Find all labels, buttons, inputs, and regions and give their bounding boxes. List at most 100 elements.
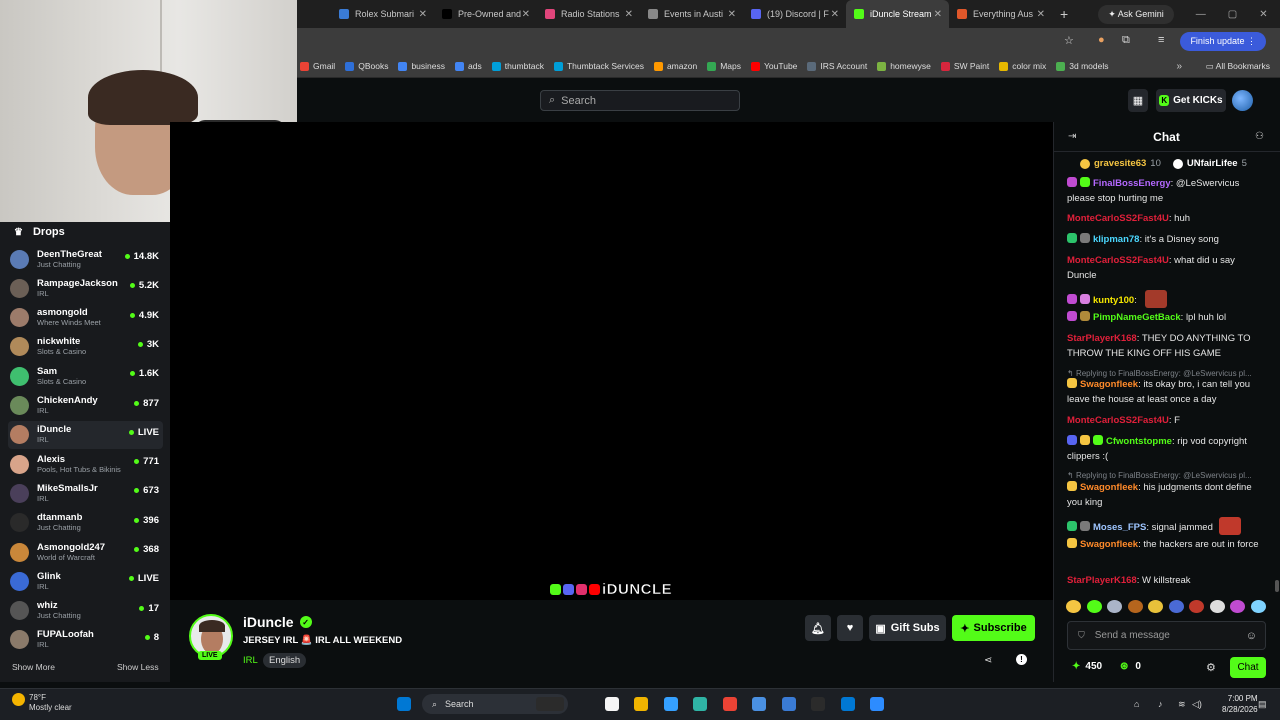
sidebar-channel[interactable]: DeenTheGreat Just Chatting 14.8K (8, 245, 163, 273)
follow-heart-icon[interactable]: ♥ (837, 615, 863, 641)
bookmark-item[interactable]: QBooks (345, 61, 388, 71)
bookmark-item[interactable]: color mix (999, 61, 1046, 71)
taskbar-app-icon[interactable] (840, 697, 855, 711)
chat-username[interactable]: MonteCarloSS2Fast4U (1067, 213, 1169, 224)
kicks-balance[interactable]: ⊛ 0 (1120, 661, 1141, 672)
reply-reference[interactable]: ↰ Replying to FinalBossEnergy: @LeSwervi… (1067, 471, 1267, 480)
bookmark-item[interactable]: thumbtack (491, 61, 544, 71)
chat-username[interactable]: MonteCarloSS2Fast4U (1067, 255, 1169, 266)
browser-tab[interactable]: iDuncle Stream ✕ (846, 0, 949, 28)
close-tab-icon[interactable]: ✕ (1037, 9, 1045, 20)
taskbar-app-icon[interactable] (693, 697, 707, 711)
sidebar-channel[interactable]: RampageJackson IRL 5.2K (8, 274, 163, 302)
taskbar-app-icon[interactable] (536, 697, 564, 711)
taskbar-app-icon[interactable] (811, 697, 825, 711)
emote-icon[interactable] (1086, 600, 1102, 613)
maximize-icon[interactable]: ▢ (1228, 9, 1237, 20)
stream-category[interactable]: IRL (243, 655, 258, 666)
emote-icon[interactable] (1209, 600, 1225, 613)
chat-username[interactable]: Moses_FPS (1093, 522, 1146, 533)
taskbar-app-icon[interactable] (604, 697, 619, 711)
wifi-icon[interactable]: ≋ (1178, 699, 1186, 710)
sidebar-channel[interactable]: Glink IRL LIVE (8, 567, 163, 595)
emote-icon[interactable] (1189, 600, 1205, 613)
all-bookmarks[interactable]: ▭ All Bookmarks (1206, 61, 1270, 72)
bookmark-item[interactable]: 3d models (1056, 61, 1109, 71)
close-tab-icon[interactable]: ✕ (728, 9, 736, 20)
chat-scrollbar[interactable] (1275, 580, 1279, 592)
sidebar-channel[interactable]: Asmongold247 World of Warcraft 368 (8, 538, 163, 566)
finish-update-button[interactable]: Finish update ⋮ (1180, 32, 1266, 51)
chat-send-button[interactable]: Chat (1230, 657, 1266, 678)
dashboard-icon[interactable]: ▦ (1128, 89, 1148, 112)
browser-tab-partial[interactable]: JS (296, 0, 331, 28)
close-tab-icon[interactable]: ✕ (419, 9, 427, 20)
bookmark-item[interactable]: Gmail (300, 61, 335, 71)
emote-icon[interactable] (1107, 600, 1123, 613)
sidebar-channel[interactable]: Sam Slots & Casino 1.6K (8, 362, 163, 390)
get-kicks-button[interactable]: K Get KICKs (1156, 89, 1226, 112)
close-window-icon[interactable]: ✕ (1259, 9, 1267, 20)
chat-username[interactable]: Swagonfleek (1080, 482, 1138, 493)
sidebar-channel[interactable]: whiz Just Chatting 17 (8, 597, 163, 625)
emote-icon[interactable] (1250, 600, 1266, 613)
volume-icon[interactable]: ◁) (1192, 699, 1202, 710)
sidebar-channel[interactable]: FUPALoofah IRL 8 (8, 626, 163, 654)
chat-username[interactable]: StarPlayerK168 (1067, 333, 1137, 344)
bookmark-item[interactable]: SW Paint (940, 61, 989, 71)
language-tag[interactable]: English (263, 653, 307, 668)
puzzle-icon[interactable]: ⧉ (1122, 34, 1130, 47)
notification-bell-icon[interactable]: 🔔︎ (805, 615, 831, 641)
sidebar-channel[interactable]: nickwhite Slots & Casino 3K (8, 333, 163, 361)
reply-reference[interactable]: ↰ Replying to FinalBossEnergy: @LeSwervi… (1067, 369, 1267, 378)
bookmark-item[interactable]: homewyse (877, 61, 931, 71)
close-tab-icon[interactable]: ✕ (831, 9, 839, 20)
browser-tab[interactable]: (19) Discord | F ✕ (743, 0, 846, 28)
minimize-icon[interactable]: — (1196, 9, 1206, 20)
chat-username[interactable]: Cfwontstopme (1106, 436, 1172, 447)
gear-icon[interactable]: ⚙ (1206, 661, 1216, 674)
new-tab-button[interactable]: + (1060, 6, 1068, 22)
sidebar-channel[interactable]: iDuncle IRL LIVE (8, 420, 163, 449)
channel-points[interactable]: ✦ 450 (1072, 661, 1102, 672)
chat-username[interactable]: Swagonfleek (1080, 539, 1138, 550)
emote-icon[interactable] (1168, 600, 1184, 613)
browser-tab[interactable]: Events in Austi ✕ (640, 0, 743, 28)
collapse-chat-icon[interactable]: ⇥ (1068, 131, 1076, 142)
user-avatar[interactable] (1232, 90, 1253, 111)
close-tab-icon[interactable]: ✕ (625, 9, 633, 20)
bookmark-item[interactable]: amazon (653, 61, 697, 71)
gift-subs-button[interactable]: ▣ Gift Subs (869, 615, 946, 641)
chat-users-icon[interactable]: ⚇ (1255, 131, 1264, 142)
taskbar-app-icon[interactable] (870, 697, 884, 711)
show-more-button[interactable]: Show More (12, 662, 55, 672)
bookmark-item[interactable]: IRS Account (807, 61, 867, 71)
emote-icon[interactable] (1148, 600, 1164, 613)
search-input[interactable]: ⌕ Search (540, 90, 740, 111)
network-icon[interactable]: ⌂ (1134, 699, 1139, 709)
streamer-name[interactable]: iDuncle ✓ (243, 614, 312, 630)
browser-tab[interactable]: Pre-Owned and ✕ (434, 0, 537, 28)
emote-icon[interactable] (1230, 600, 1246, 613)
close-tab-icon[interactable]: ✕ (934, 9, 942, 20)
more-bookmarks-icon[interactable]: » (1176, 61, 1182, 72)
bookmark-item[interactable]: business (398, 61, 445, 71)
media-icon[interactable]: ≡ (1158, 34, 1164, 46)
chat-username[interactable]: StarPlayerK168 (1067, 575, 1137, 586)
chat-username[interactable]: Swagonfleek (1080, 379, 1138, 390)
sidebar-channel[interactable]: asmongold Where Winds Meet 4.9K (8, 304, 163, 332)
sidebar-channel[interactable]: Alexis Pools, Hot Tubs & Bikinis 771 (8, 450, 163, 478)
bookmark-item[interactable]: Thumbtack Services (553, 61, 644, 71)
windows-start-icon[interactable] (397, 697, 411, 711)
video-player[interactable] (170, 122, 1053, 600)
leaderboard-entry[interactable]: UNfairLifee 5 (1172, 158, 1247, 169)
taskbar-app-icon[interactable] (781, 697, 796, 711)
share-icon[interactable]: ⋖ (984, 655, 992, 666)
weather-widget[interactable]: 78°F Mostly clear (12, 693, 72, 713)
ask-gemini-button[interactable]: ✦ Ask Gemini (1098, 4, 1174, 24)
bookmark-item[interactable]: Maps (707, 61, 741, 71)
extension-icon[interactable]: ● (1098, 34, 1105, 46)
browser-tab[interactable]: Rolex Submari ✕ (331, 0, 434, 28)
bookmark-item[interactable]: YouTube (751, 61, 797, 71)
sidebar-channel[interactable]: MikeSmallsJr IRL 673 (8, 479, 163, 507)
